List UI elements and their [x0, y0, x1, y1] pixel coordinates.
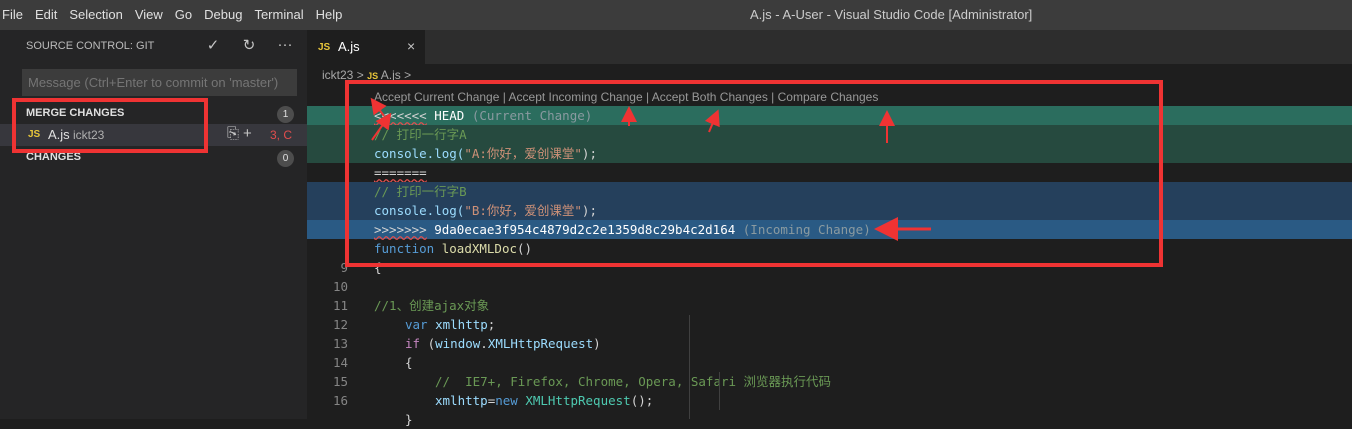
- annotation-arrows: [370, 97, 931, 241]
- arrow-icon: [704, 109, 720, 133]
- arrow-icon: [371, 112, 392, 141]
- arrow-icon: [370, 97, 387, 117]
